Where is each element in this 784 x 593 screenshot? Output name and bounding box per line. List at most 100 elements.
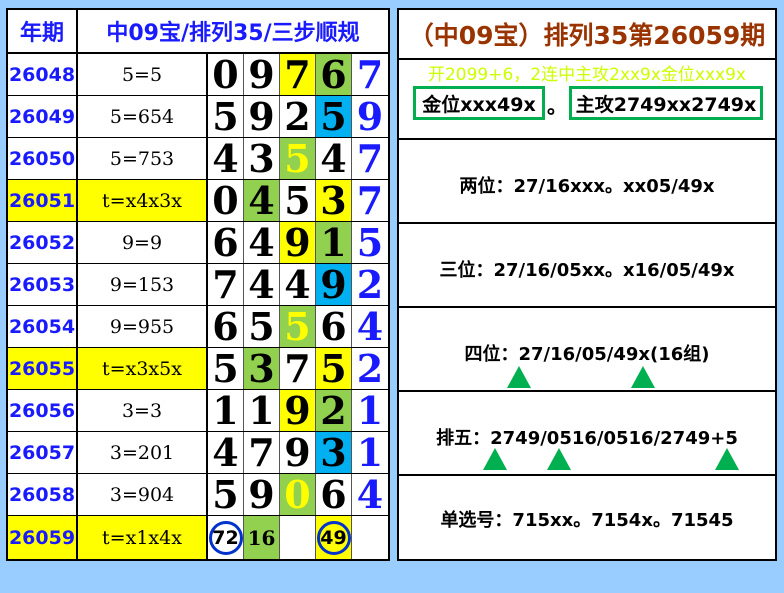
digit: 4 [244, 262, 280, 307]
digit: 0 [280, 472, 316, 517]
digit: 2 [356, 262, 384, 307]
digit: 4 [208, 136, 244, 181]
digit: 0 [208, 178, 244, 223]
period-number: 26056 [8, 390, 78, 431]
up-triangle-icon [483, 448, 507, 470]
table-row: 26056 3=3 1 1 9 2 1 [8, 388, 388, 433]
prediction-circle: 49 [316, 520, 351, 555]
digit: 4 [316, 136, 352, 181]
digit: 2 [356, 346, 384, 391]
sum-pattern: 5=5 [78, 54, 208, 95]
digit: 9 [244, 94, 280, 139]
sum-pattern: 5=753 [78, 138, 208, 179]
digit: 2 [280, 94, 316, 139]
three-position-section: 三位：27/16/05xx。x16/05/49x [399, 224, 775, 308]
table-title: 中09宝/排列35/三步顺规 [78, 10, 388, 54]
single-pick-section: 单选号：715xx。7154x。71545 [399, 476, 775, 559]
digit: 6 [208, 220, 244, 265]
up-triangle-icon [547, 448, 571, 470]
panel-title: （中09宝）排列35第26059期 [399, 10, 775, 60]
up-triangle-icon [631, 366, 655, 388]
single-pick-text: 单选号：715xx。7154x。71545 [440, 510, 734, 531]
digit: 9 [356, 94, 384, 139]
digit: 1 [208, 388, 244, 433]
digit: 9 [280, 220, 316, 265]
digit: 5 [356, 220, 384, 265]
digit: 7 [280, 52, 316, 97]
digit: 6 [208, 304, 244, 349]
period-number: 26051 [8, 180, 78, 221]
prediction-cell: 16 [244, 516, 280, 559]
digit: 2 [316, 388, 352, 433]
digit: 5 [316, 94, 352, 139]
digit: 4 [244, 178, 280, 223]
digit: 5 [208, 472, 244, 517]
period-number: 26057 [8, 432, 78, 473]
digit: 9 [316, 262, 352, 307]
digit: 3 [244, 136, 280, 181]
period-number: 26049 [8, 96, 78, 137]
separator: 。 [547, 94, 567, 118]
two-position-text: 两位：27/16xxx。xx05/49x [459, 176, 715, 197]
digit: 7 [356, 178, 384, 223]
digit: 1 [316, 220, 352, 265]
three-position-text: 三位：27/16/05xx。x16/05/49x [439, 260, 735, 281]
sum-pattern: 3=201 [78, 432, 208, 473]
five-position-section: 排五：2749/0516/0516/2749+5 [399, 392, 775, 476]
up-triangle-icon [507, 366, 531, 388]
prediction-cell [352, 516, 388, 559]
digit: 5 [280, 136, 316, 181]
sum-pattern: 3=904 [78, 474, 208, 515]
digit: 7 [356, 52, 384, 97]
digit: 4 [356, 304, 384, 349]
digit: 4 [208, 430, 244, 475]
digit: 5 [316, 346, 352, 391]
digit: 3 [316, 178, 352, 223]
digit: 5 [280, 304, 316, 349]
history-table: 年期 中09宝/排列35/三步顺规 26048 5=5 0 9 7 6 7 26… [6, 8, 390, 561]
neon-note: 开2099+6，2连中主攻2xx9x金位xxx9x [427, 65, 746, 85]
digit: 5 [280, 178, 316, 223]
period-number: 26053 [8, 264, 78, 305]
digit: 5 [208, 346, 244, 391]
digit: 7 [208, 262, 244, 307]
digit: 4 [280, 262, 316, 307]
period-number: 26050 [8, 138, 78, 179]
digit: 7 [280, 346, 316, 391]
table-row: 26057 3=201 4 7 9 3 1 [8, 430, 388, 475]
digit: 3 [244, 346, 280, 391]
digit: 9 [280, 388, 316, 433]
digit: 5 [208, 94, 244, 139]
prediction-cell: 49 [316, 516, 352, 559]
table-row: 26049 5=654 5 9 2 5 9 [8, 94, 388, 139]
digit: 9 [244, 472, 280, 517]
digit: 1 [244, 388, 280, 433]
sum-pattern: t=x1x4x [78, 516, 208, 559]
digit: 1 [356, 430, 384, 475]
digit: 6 [316, 52, 352, 97]
period-number: 26058 [8, 474, 78, 515]
digit: 5 [244, 304, 280, 349]
year-column-header: 年期 [8, 10, 78, 54]
up-triangle-icon [715, 448, 739, 470]
period-number: 26048 [8, 54, 78, 95]
table-row: 26053 9=153 7 4 4 9 2 [8, 262, 388, 307]
digit: 7 [244, 430, 280, 475]
digit: 6 [316, 472, 352, 517]
period-number: 26052 [8, 222, 78, 263]
digit: 1 [356, 388, 384, 433]
five-position-text: 排五：2749/0516/0516/2749+5 [436, 428, 738, 449]
sum-pattern: 9=9 [78, 222, 208, 263]
sum-pattern: 9=955 [78, 306, 208, 347]
gold-position-box: 金位xxx49x [413, 86, 545, 120]
table-row: 26050 5=753 4 3 5 4 7 [8, 136, 388, 181]
two-position-section: 两位：27/16xxx。xx05/49x [399, 140, 775, 224]
table-row: 26055 t=x3x5x 5 3 7 5 2 [8, 346, 388, 391]
table-row: 26052 9=9 6 4 9 1 5 [8, 220, 388, 265]
period-number: 26055 [8, 348, 78, 389]
digit: 9 [280, 430, 316, 475]
table-row: 26048 5=5 0 9 7 6 7 [8, 52, 388, 97]
four-position-text: 四位：27/16/05/49x(16组) [464, 344, 710, 365]
table-row: 26054 9=955 6 5 5 6 4 [8, 304, 388, 349]
sum-pattern: 9=153 [78, 264, 208, 305]
